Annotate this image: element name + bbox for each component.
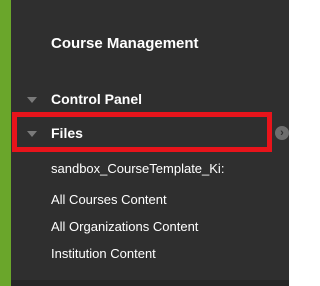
files-item-institution[interactable]: Institution Content	[51, 246, 156, 261]
control-panel-section[interactable]: Control Panel	[11, 88, 289, 112]
panel-bottom-rule	[11, 280, 289, 286]
files-item-sandbox[interactable]: sandbox_CourseTemplate_Ki:	[51, 161, 224, 176]
control-panel-label: Control Panel	[51, 91, 143, 107]
collapse-triangle-icon	[27, 97, 37, 103]
left-accent-bar	[0, 0, 11, 286]
files-item-all-courses[interactable]: All Courses Content	[51, 192, 167, 207]
files-item-all-organizations[interactable]: All Organizations Content	[51, 219, 198, 234]
course-management-heading: Course Management	[51, 35, 199, 52]
course-management-screenshot: Course Management Control Panel Files › …	[0, 0, 289, 286]
arrow-circle-icon[interactable]: ›	[275, 126, 289, 140]
files-highlight-box	[12, 112, 272, 152]
